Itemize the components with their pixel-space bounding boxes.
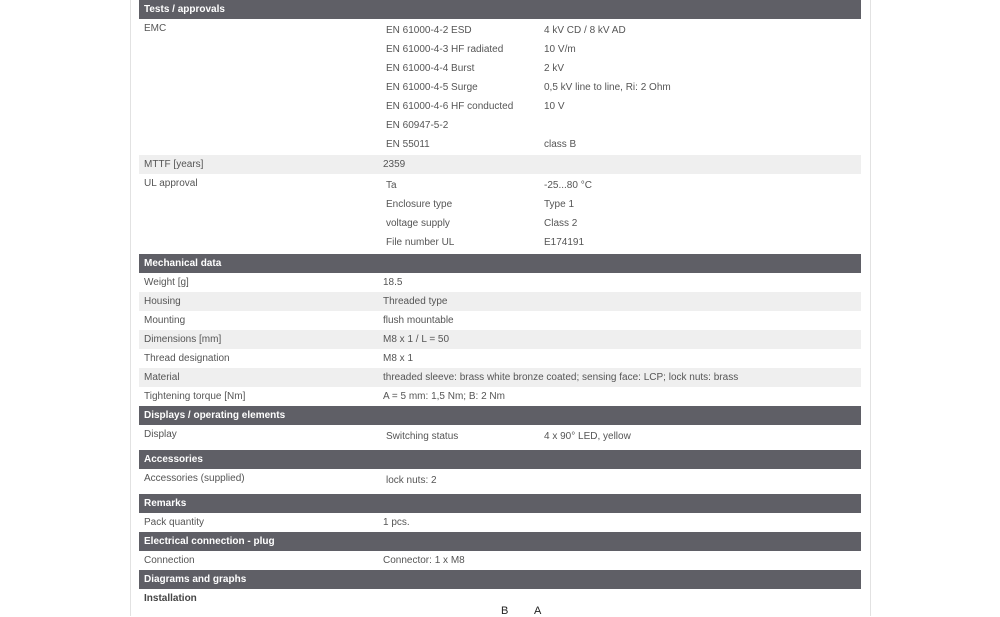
ul-label: UL approval (144, 178, 198, 189)
accessories-key: lock nuts: 2 (386, 475, 437, 486)
emc-row: EN 61000-4-3 HF radiated 10 V/m (379, 40, 671, 59)
emc-key: EN 61000-4-5 Surge (386, 82, 478, 93)
emc-value: 10 V (544, 101, 565, 112)
emc-group: EMC EN 61000-4-2 ESD 4 kV CD / 8 kV AD EN… (139, 19, 861, 154)
diagram-mark-a: A (534, 605, 542, 617)
row-label: Connection (144, 555, 195, 566)
row-label: Thread designation (144, 353, 230, 364)
row-label: Dimensions [mm] (144, 334, 222, 345)
ul-key: Enclosure type (386, 199, 453, 210)
mttf-label: MTTF [years] (144, 159, 204, 170)
emc-value: 2 kV (544, 63, 565, 74)
row-label: Housing (144, 296, 181, 307)
section-header-remarks: Remarks (139, 494, 861, 513)
emc-row: EN 61000-4-5 Surge 0,5 kV line to line, R… (379, 78, 671, 97)
row-value: 1 pcs. (383, 517, 410, 528)
ul-row: File number UL E174191 (379, 233, 592, 252)
row-value: Connector: 1 x M8 (383, 555, 465, 566)
emc-value: 10 V/m (544, 44, 576, 55)
table-row: Thread designation M8 x 1 (139, 349, 861, 368)
section-header-accessories: Accessories (139, 450, 861, 469)
row-value: A = 5 mm: 1,5 Nm; B: 2 Nm (383, 391, 505, 402)
row-label: Mounting (144, 315, 186, 326)
table-row: Material threaded sleeve: brass white bro… (139, 368, 861, 387)
emc-label: EMC (144, 23, 167, 34)
table-row: Tightening torque [Nm] A = 5 mm: 1,5 Nm; … (139, 387, 861, 406)
emc-value: class B (544, 139, 577, 150)
table-row: Connection Connector: 1 x M8 (139, 551, 861, 570)
ul-row: Ta -25...80 °C (379, 176, 592, 195)
emc-row: EN 61000-4-6 HF conducted 10 V (379, 97, 671, 116)
accessories-row: lock nuts: 2 (379, 471, 544, 490)
display-label: Display (144, 429, 177, 440)
table-row: Housing Threaded type (139, 292, 861, 311)
display-row: Switching status 4 x 90° LED, yellow (379, 427, 631, 446)
display-value: 4 x 90° LED, yellow (544, 431, 631, 442)
emc-row: EN 61000-4-4 Burst 2 kV (379, 59, 671, 78)
row-value: Threaded type (383, 296, 448, 307)
emc-value: 4 kV CD / 8 kV AD (544, 25, 626, 36)
emc-key: EN 60947-5-2 (386, 120, 449, 131)
accessories-subtable: lock nuts: 2 (379, 469, 544, 490)
table-row: Mounting flush mountable (139, 311, 861, 330)
table-row: Pack quantity 1 pcs. (139, 513, 861, 532)
emc-subtable: EN 61000-4-2 ESD 4 kV CD / 8 kV AD EN 610… (379, 19, 671, 154)
display-group: Display Switching status 4 x 90° LED, yel… (139, 425, 861, 446)
row-label: Pack quantity (144, 517, 205, 528)
ul-row: voltage supply Class 2 (379, 214, 592, 233)
mttf-value: 2359 (383, 159, 406, 170)
ul-group: UL approval Ta -25...80 °C Enclosure type… (139, 174, 861, 252)
ul-value: -25...80 °C (544, 180, 592, 191)
display-key: Switching status (386, 431, 459, 442)
emc-key: EN 61000-4-3 HF radiated (386, 44, 504, 55)
row-value: flush mountable (383, 315, 454, 326)
ul-key: voltage supply (386, 218, 450, 229)
accessories-label: Accessories (supplied) (144, 473, 245, 484)
emc-row: EN 60947-5-2 (379, 116, 671, 135)
ul-subtable: Ta -25...80 °C Enclosure type Type 1 volta… (379, 174, 592, 252)
ul-key: File number UL (386, 237, 455, 248)
emc-key: EN 55011 (386, 139, 430, 150)
diagram-mark-b: B (501, 605, 509, 617)
section-header-mechanical: Mechanical data (139, 254, 861, 273)
ul-value: Class 2 (544, 218, 578, 229)
section-header-tests: Tests / approvals (139, 0, 861, 19)
section-header-diagrams: Diagrams and graphs (139, 570, 861, 589)
display-subtable: Switching status 4 x 90° LED, yellow (379, 425, 631, 446)
row-label: Tightening torque [Nm] (144, 391, 246, 402)
table-row: Weight [g] 18.5 (139, 273, 861, 292)
row-value: M8 x 1 / L = 50 (383, 334, 450, 345)
section-header-electrical: Electrical connection - plug (139, 532, 861, 551)
row-label: Weight [g] (144, 277, 189, 288)
row-value: M8 x 1 (383, 353, 414, 364)
emc-key: EN 61000-4-6 HF conducted (386, 101, 514, 112)
table-row: Dimensions [mm] M8 x 1 / L = 50 (139, 330, 861, 349)
section-header-displays: Displays / operating elements (139, 406, 861, 425)
accessories-group: Accessories (supplied) lock nuts: 2 (139, 469, 861, 490)
emc-key: EN 61000-4-2 ESD (386, 25, 472, 36)
ul-value: E174191 (544, 237, 585, 248)
datasheet: Tests / approvals EMC EN 61000-4-2 ESD 4 … (139, 0, 861, 608)
emc-row: EN 61000-4-2 ESD 4 kV CD / 8 kV AD (379, 21, 671, 40)
row-value: 18.5 (383, 277, 403, 288)
emc-row: EN 55011 class B (379, 135, 671, 154)
table-row: Installation (139, 589, 861, 608)
ul-key: Ta (386, 180, 397, 191)
row-value: threaded sleeve: brass white bronze coat… (383, 372, 739, 383)
ul-value: Type 1 (544, 199, 575, 210)
row-label: Material (144, 372, 180, 383)
emc-value: 0,5 kV line to line, Ri: 2 Ohm (544, 82, 671, 93)
emc-key: EN 61000-4-4 Burst (386, 63, 475, 74)
installation-label: Installation (144, 593, 197, 604)
mttf-row: MTTF [years] 2359 (139, 155, 861, 174)
ul-row: Enclosure type Type 1 (379, 195, 592, 214)
